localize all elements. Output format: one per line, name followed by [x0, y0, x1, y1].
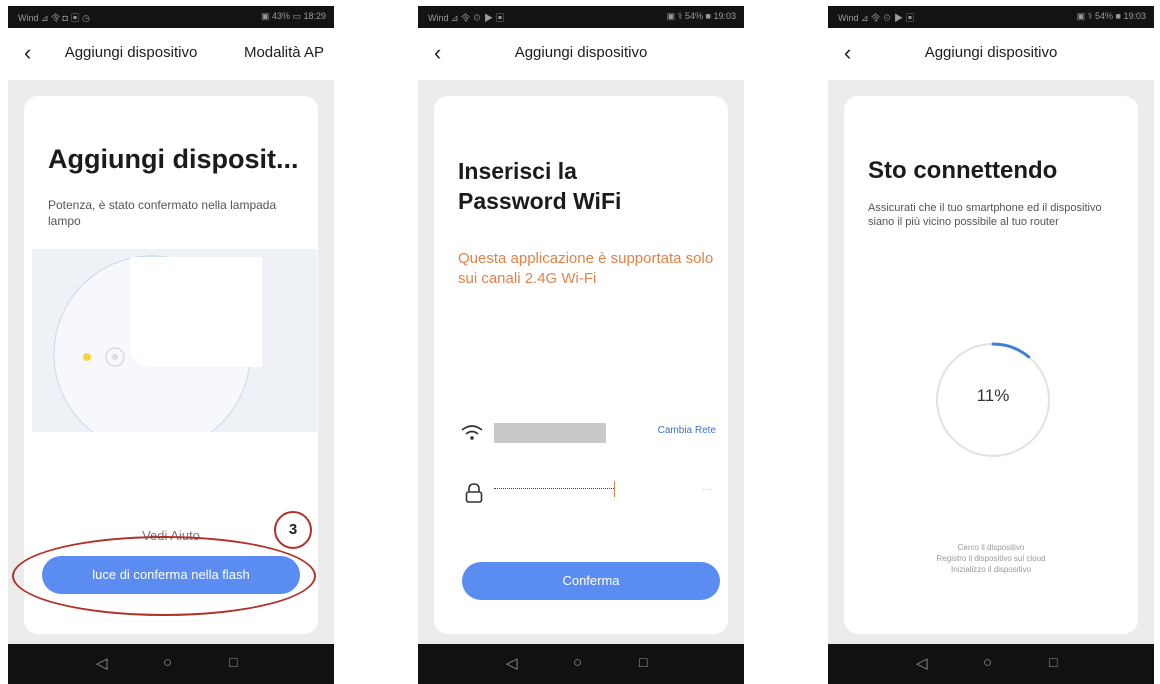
android-nav-bar: ◁ ○ □ [418, 644, 744, 684]
content-card: Aggiungi disposit... Potenza, è stato co… [12, 96, 318, 634]
page-description: Potenza, è stato confermato nella lampad… [48, 198, 277, 228]
annotation-number: 3 [288, 521, 298, 538]
android-nav-bar: ◁ ○ □ [8, 644, 334, 684]
ap-mode-link[interactable]: Modalità AP [244, 44, 324, 61]
wifi-ssid-row: Cambia Rete [454, 418, 720, 448]
confirm-button[interactable]: Conferma [462, 562, 720, 600]
page-description: Assicurati che il tuo smartphone ed il d… [868, 202, 1102, 228]
home-circle-icon[interactable]: ○ [163, 654, 172, 671]
confirm-flash-button[interactable]: luce di conferma nella flash [42, 556, 300, 594]
app-bar: ‹ Aggiungi dispositivo Modalità AP [8, 28, 334, 80]
page-heading: Sto connettendo [868, 157, 1058, 184]
home-circle-icon[interactable]: ○ [573, 654, 582, 671]
phone-screen-wifi-password: Wind ⊿ 令 ☉ ▶ ▣ ▣ ⚕ 54% ■ 19:03 ‹ Aggiung… [418, 6, 744, 684]
status-left: Wind ⊿ 令 ☉ ▶ ▣ [428, 13, 505, 23]
wifi-ssid-field[interactable] [494, 423, 606, 443]
back-chevron-icon[interactable]: ‹ [24, 42, 31, 64]
recents-square-icon[interactable]: □ [639, 654, 647, 670]
status-left: Wind ⊿ 令 ◘ ▣ ◷ [18, 13, 90, 23]
wifi-password-input[interactable] [494, 488, 614, 489]
status-left: Wind ⊿ 令 ☉ ▶ ▣ [838, 13, 915, 23]
page-heading: Aggiungi disposit... [48, 144, 299, 174]
android-nav-bar: ◁ ○ □ [828, 644, 1154, 684]
app-title: Aggiungi dispositivo [924, 44, 1058, 61]
status-bar: Wind ⊿ 令 ☉ ▶ ▣ ▣ ⚕ 54% ■ 19:03 [418, 6, 744, 28]
wifi-channel-notice: Questa applicazione è supportata solo su… [458, 250, 714, 287]
annotation-badge: 3 [274, 511, 312, 549]
app-title: Aggiungi dispositivo [64, 44, 198, 61]
app-bar: ‹ Aggiungi dispositivo [418, 28, 744, 80]
content-card: Sto connettendo Assicurati che il tuo sm… [844, 96, 1138, 634]
phone-screen-connecting: Wind ⊿ 令 ☉ ▶ ▣ ▣ ⚕ 54% ■ 19:03 ‹ Aggiung… [828, 6, 1154, 684]
connection-steps: Cerco il dispositivo Registro il disposi… [844, 542, 1138, 575]
content-card: Inserisci la Password WiFi Questa applic… [434, 96, 728, 634]
back-triangle-icon[interactable]: ◁ [96, 654, 108, 672]
wifi-password-row: ··· [454, 478, 720, 508]
status-right: ▣ ⚕ 54% ■ 19:03 [1076, 11, 1146, 21]
app-bar: ‹ Aggiungi dispositivo [828, 28, 1154, 80]
wifi-icon [461, 425, 483, 440]
lamp-illustration [32, 249, 317, 432]
recents-square-icon[interactable]: □ [1049, 654, 1057, 670]
step-item: Registro il dispositivo sul cloud [936, 554, 1046, 563]
status-right: ▣ 43% ▭ 18:29 [260, 11, 326, 21]
page-heading-line1: Inserisci la [458, 158, 577, 184]
text-cursor [614, 481, 615, 497]
app-title: Aggiungi dispositivo [514, 44, 648, 61]
lamp-illustration-graphic [53, 255, 262, 432]
progress-percent: 11% [976, 386, 1010, 405]
page-heading-line2: Password WiFi [458, 188, 622, 214]
step-item: Cerco il dispositivo [957, 543, 1025, 552]
back-triangle-icon[interactable]: ◁ [916, 654, 928, 672]
status-right: ▣ ⚕ 54% ■ 19:03 [666, 11, 736, 21]
phone-screen-add-device-ap: Wind ⊿ 令 ◘ ▣ ◷ ▣ 43% ▭ 18:29 ‹ Aggiungi … [8, 6, 334, 684]
lock-icon [465, 483, 483, 503]
recents-square-icon[interactable]: □ [229, 654, 237, 670]
back-triangle-icon[interactable]: ◁ [506, 654, 518, 672]
step-item: Inizializzo il dispositivo [950, 565, 1032, 574]
status-bar: Wind ⊿ 令 ◘ ▣ ◷ ▣ 43% ▭ 18:29 [8, 6, 334, 28]
show-password-toggle[interactable]: ··· [702, 484, 712, 495]
home-circle-icon[interactable]: ○ [983, 654, 992, 671]
status-bar: Wind ⊿ 令 ☉ ▶ ▣ ▣ ⚕ 54% ■ 19:03 [828, 6, 1154, 28]
change-network-link[interactable]: Cambia Rete [658, 425, 716, 436]
